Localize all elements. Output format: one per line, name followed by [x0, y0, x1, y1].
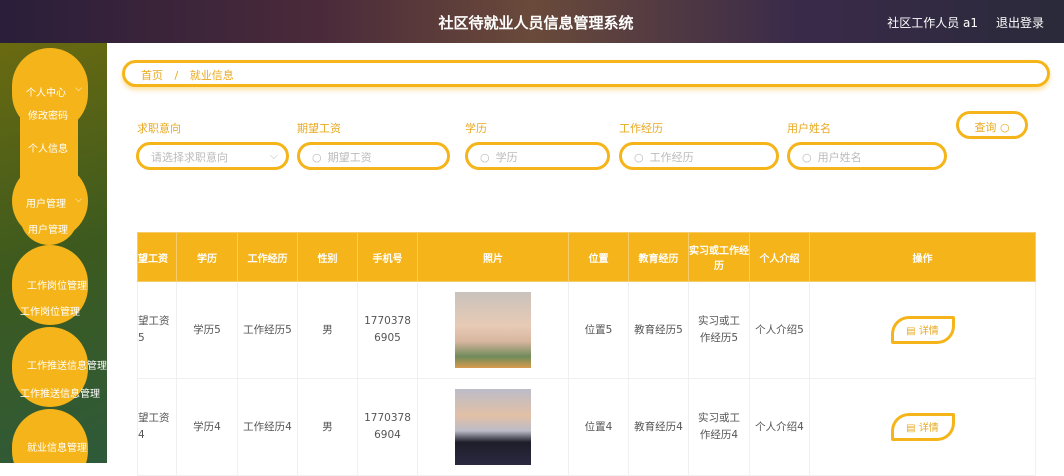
detail-button[interactable]: ▤ 详情	[890, 413, 955, 441]
search-icon: ○	[999, 121, 1010, 134]
cell-intro: 个人介绍5	[749, 281, 810, 379]
cell-education: 学历4	[176, 378, 238, 476]
col-intern: 实习或工作经历	[688, 232, 750, 282]
query-button[interactable]: 查询 ○	[956, 111, 1028, 139]
user-photo	[455, 292, 531, 368]
detail-label: 详情	[918, 423, 939, 434]
detail-button[interactable]: ▤ 详情	[890, 316, 955, 344]
cell-phone: 17703786905	[357, 281, 418, 379]
cell-photo	[417, 281, 569, 379]
col-gender: 性别	[297, 232, 358, 282]
col-work: 工作经历	[237, 232, 298, 282]
breadcrumb-home[interactable]: 首页	[141, 69, 163, 82]
input-placeholder: 学历	[495, 151, 518, 164]
filter-label-username: 用户姓名	[787, 122, 831, 135]
document-icon: ▤	[906, 423, 916, 434]
col-intro: 个人介绍	[749, 232, 810, 282]
cell-location: 位置5	[568, 281, 629, 379]
cell-salary: 望工资4	[137, 378, 177, 476]
table-row: 望工资5 学历5 工作经历5 男 17703786905 位置5 教育经历5 实…	[137, 281, 1036, 379]
detail-label: 详情	[918, 326, 939, 337]
education-input[interactable]: ○ 学历	[465, 142, 610, 170]
sidebar-item-users[interactable]: 用户管理	[28, 221, 68, 236]
cell-work: 工作经历4	[237, 378, 298, 476]
top-header: 社区待就业人员信息管理系统 社区工作人员 a1 退出登录	[0, 0, 1064, 43]
cell-gender: 男	[297, 378, 358, 476]
sidebar-item-personal-info[interactable]: 个人信息	[28, 140, 68, 155]
salary-input[interactable]: ○ 期望工资	[297, 142, 450, 170]
user-photo	[455, 389, 531, 465]
sidebar-menu-employment[interactable]: 就业信息管理	[12, 409, 88, 463]
input-placeholder: 期望工资	[327, 151, 372, 164]
filter-label-intent: 求职意向	[137, 122, 181, 135]
chevron-down-icon: ⌵	[75, 195, 82, 205]
col-salary: 望工资	[137, 232, 177, 282]
document-icon: ▤	[906, 326, 916, 337]
search-icon: ○	[312, 151, 322, 164]
col-location: 位置	[568, 232, 629, 282]
breadcrumb: 首页 / 就业信息	[122, 60, 1050, 87]
col-photo: 照片	[417, 232, 569, 282]
username-input[interactable]: ○ 用户姓名	[787, 142, 947, 170]
logout-link[interactable]: 退出登录	[996, 14, 1044, 31]
menu-label: 就业信息管理	[27, 443, 87, 454]
menu-label: 用户管理	[26, 199, 66, 210]
breadcrumb-current: 就业信息	[189, 69, 234, 82]
col-action: 操作	[809, 232, 1036, 282]
cell-education: 学历5	[176, 281, 238, 379]
intent-select[interactable]: 请选择求职意向 ⌵	[136, 142, 289, 170]
work-experience-input[interactable]: ○ 工作经历	[619, 142, 779, 170]
filter-label-education: 学历	[465, 122, 487, 135]
menu-label: 工作推送信息管理	[27, 361, 107, 372]
cell-intern: 实习或工作经历5	[688, 281, 750, 379]
menu-label: 工作岗位管理	[27, 281, 87, 292]
employment-table: 望工资 学历 工作经历 性别 手机号 照片 位置 教育经历 实习或工作经历 个人…	[137, 232, 1036, 476]
cell-action: ▤ 详情	[809, 378, 1036, 476]
breadcrumb-separator: /	[174, 69, 179, 82]
input-placeholder: 用户姓名	[817, 151, 862, 164]
col-edu-exp: 教育经历	[628, 232, 689, 282]
cell-location: 位置4	[568, 378, 629, 476]
sidebar-item-change-password[interactable]: 修改密码	[28, 107, 68, 122]
search-icon: ○	[802, 151, 812, 164]
cell-edu-exp: 教育经历4	[628, 378, 689, 476]
cell-salary: 望工资5	[137, 281, 177, 379]
menu-label: 个人中心	[26, 88, 66, 99]
filter-label-work: 工作经历	[619, 122, 663, 135]
select-placeholder: 请选择求职意向	[151, 151, 228, 164]
cell-action: ▤ 详情	[809, 281, 1036, 379]
query-label: 查询	[974, 121, 997, 134]
sidebar-item-push[interactable]: 工作推送信息管理	[20, 385, 100, 400]
cell-gender: 男	[297, 281, 358, 379]
current-user: 社区工作人员 a1	[887, 16, 978, 30]
cell-intro: 个人介绍4	[749, 378, 810, 476]
search-icon: ○	[480, 151, 490, 164]
table-row: 望工资4 学历4 工作经历4 男 17703786904 位置4 教育经历4 实…	[137, 378, 1036, 476]
cell-work: 工作经历5	[237, 281, 298, 379]
main-content: 首页 / 就业信息 求职意向 请选择求职意向 ⌵ 期望工资 ○ 期望工资 学历 ○…	[107, 43, 1064, 476]
sidebar-item-jobs[interactable]: 工作岗位管理	[20, 303, 80, 318]
input-placeholder: 工作经历	[649, 151, 694, 164]
chevron-down-icon: ⌵	[269, 149, 278, 162]
filter-label-salary: 期望工资	[297, 122, 341, 135]
chevron-down-icon: ⌵	[75, 84, 82, 94]
cell-photo	[417, 378, 569, 476]
cell-intern: 实习或工作经历4	[688, 378, 750, 476]
cell-edu-exp: 教育经历5	[628, 281, 689, 379]
col-education: 学历	[176, 232, 238, 282]
cell-phone: 17703786904	[357, 378, 418, 476]
sidebar: 个人中心 ⌵ 修改密码 个人信息 用户管理 ⌵ 用户管理 工作岗位管理 工作岗位…	[0, 43, 107, 463]
search-icon: ○	[634, 151, 644, 164]
col-phone: 手机号	[357, 232, 418, 282]
